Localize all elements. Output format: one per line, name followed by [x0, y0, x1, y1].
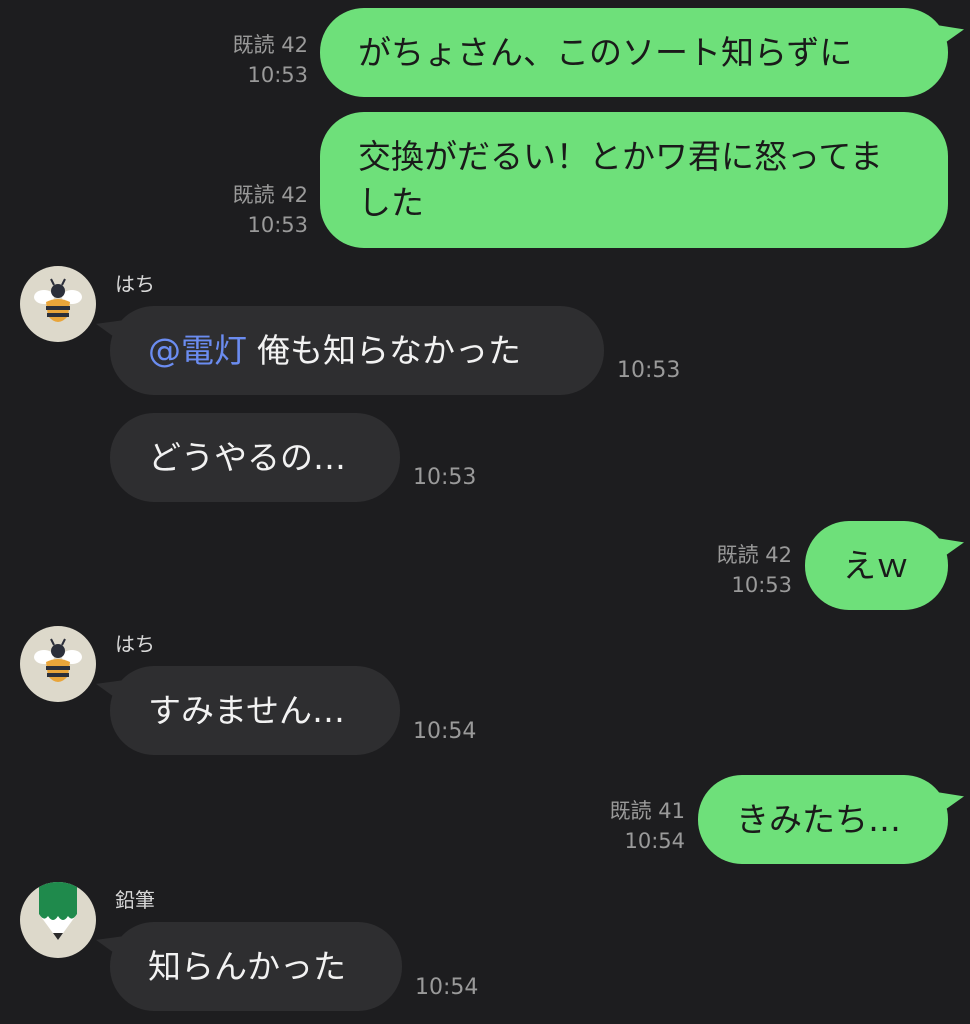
bubble-tail — [934, 7, 964, 51]
incoming-message-bubble[interactable]: @電灯 俺も知らなかった — [96, 303, 604, 395]
pencil-icon — [39, 882, 77, 940]
read-receipt: 既読 42 — [232, 33, 308, 57]
avatar[interactable] — [20, 882, 96, 958]
message-meta: 既読 42 10:53 — [200, 180, 308, 240]
outgoing-message-bubble[interactable]: がちょさん、このソート知らずに — [320, 7, 964, 97]
message-text: 俺も知らなかった — [257, 330, 521, 370]
sender-name: はち — [115, 632, 155, 656]
avatar[interactable] — [20, 626, 96, 702]
outgoing-message-bubble[interactable]: えｗ — [805, 520, 964, 610]
timestamp: 10:53 — [617, 358, 681, 383]
bubble-tail — [96, 663, 124, 705]
timestamp: 10:54 — [413, 719, 477, 744]
message-meta: 既読 42 10:53 — [680, 540, 792, 600]
incoming-message-bubble[interactable]: 知らんかった — [96, 919, 402, 1011]
outgoing-message-bubble[interactable]: 交換がだるい！とかワ君に怒ってました — [320, 112, 948, 248]
timestamp: 10:53 — [247, 63, 308, 87]
incoming-message-bubble[interactable]: すみません… — [96, 663, 400, 755]
message-text: 交換がだるい！とかワ君に怒ってました — [358, 137, 883, 222]
message-text: すみません… — [148, 690, 346, 730]
avatar[interactable] — [20, 266, 96, 342]
timestamp: 10:54 — [624, 829, 685, 853]
mention-link[interactable]: @電灯 — [148, 328, 247, 374]
sender-name: はち — [115, 272, 155, 296]
message-text: 知らんかった — [148, 946, 346, 986]
sender-name: 鉛筆 — [115, 888, 155, 912]
message-meta: 既読 42 10:53 — [200, 30, 308, 90]
message-text: えｗ — [843, 545, 909, 585]
bubble-tail — [96, 919, 124, 961]
timestamp: 10:53 — [731, 573, 792, 597]
timestamp: 10:53 — [247, 213, 308, 237]
message-meta: 既読 41 10:54 — [575, 796, 685, 856]
timestamp: 10:53 — [413, 465, 477, 490]
outgoing-message-bubble[interactable]: きみたち… — [698, 774, 964, 864]
bubble-tail — [934, 520, 964, 564]
incoming-message-bubble[interactable]: どうやるの… — [110, 413, 400, 502]
message-text: がちょさん、このソート知らずに — [358, 32, 853, 72]
read-receipt: 既読 41 — [609, 799, 685, 823]
bee-icon — [34, 638, 82, 682]
timestamp: 10:54 — [415, 975, 479, 1000]
message-text: きみたち… — [736, 799, 901, 839]
read-receipt: 既読 42 — [716, 543, 792, 567]
message-text: どうやるの… — [148, 437, 346, 477]
read-receipt: 既読 42 — [232, 183, 308, 207]
bee-icon — [34, 278, 82, 322]
bubble-tail — [934, 774, 964, 818]
bubble-tail — [96, 303, 124, 345]
